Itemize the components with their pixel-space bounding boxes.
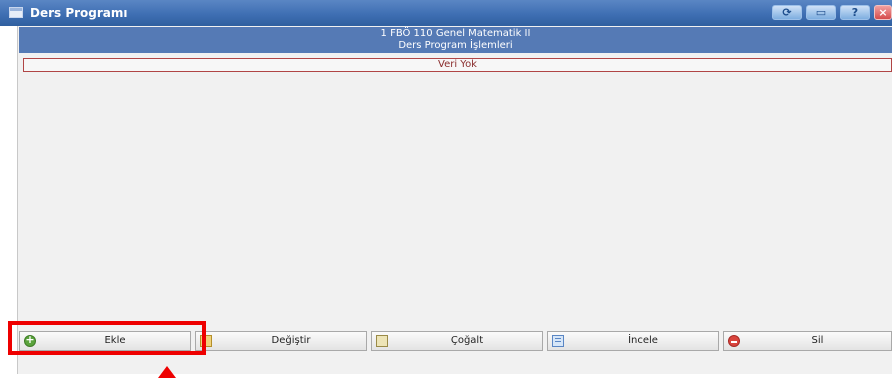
page-header: 1 FBÖ 110 Genel Matematik II Ders Progra…: [19, 27, 892, 53]
section-title: Ders Program İşlemleri: [398, 40, 513, 51]
close-button[interactable]: ×: [874, 5, 892, 20]
view-label: İncele: [628, 335, 658, 346]
arrow-up-icon: [158, 366, 176, 378]
window-icon: [9, 7, 23, 18]
edit-button[interactable]: Değiştir: [195, 331, 367, 351]
ders-programi-window: Ders Programı ⟳ ▭ ? × 1 FBÖ 110 Genel Ma…: [0, 0, 892, 378]
help-button[interactable]: ?: [840, 5, 870, 20]
restore-button[interactable]: ▭: [806, 5, 836, 20]
window-title: Ders Programı: [30, 6, 128, 20]
empty-message: Veri Yok: [23, 58, 892, 72]
highlight-box: [8, 321, 206, 355]
copy-button[interactable]: Çoğalt: [371, 331, 543, 351]
delete-icon: [728, 335, 740, 347]
delete-button[interactable]: Sil: [723, 331, 892, 351]
edit-label: Değiştir: [271, 335, 311, 346]
course-title: 1 FBÖ 110 Genel Matematik II: [380, 28, 531, 39]
delete-label: Sil: [811, 335, 824, 346]
titlebar: Ders Programı ⟳ ▭ ? ×: [0, 0, 892, 26]
view-button[interactable]: İncele: [547, 331, 719, 351]
copy-icon: [376, 335, 388, 347]
copy-label: Çoğalt: [450, 335, 484, 346]
refresh-button[interactable]: ⟳: [772, 5, 802, 20]
view-icon: [552, 335, 564, 347]
